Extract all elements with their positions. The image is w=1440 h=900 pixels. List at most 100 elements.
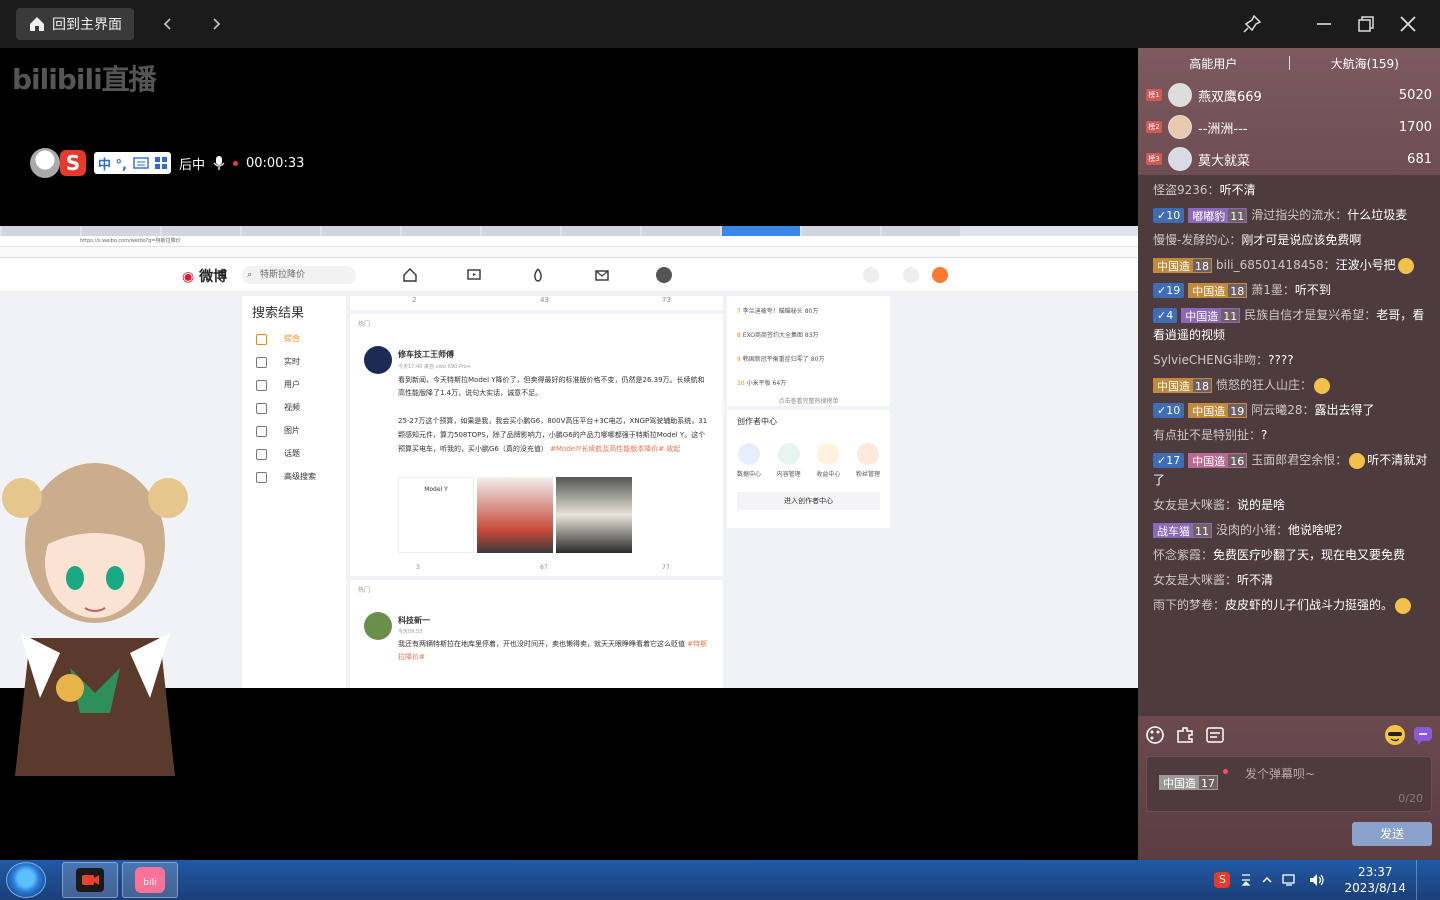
guard-badge[interactable]: ✓ 10 [1153, 403, 1185, 418]
post-author[interactable]: 修车技工王师傅 [398, 349, 454, 360]
video-icon[interactable] [466, 267, 482, 283]
guard-badge[interactable]: ✓ 19 [1153, 283, 1185, 298]
pin-icon[interactable] [1240, 12, 1264, 36]
tab-high-energy[interactable]: 高能用户 [1138, 55, 1289, 72]
browser-tab[interactable] [802, 226, 880, 236]
message-user[interactable]: 玉面郎君空余恨 [1251, 453, 1335, 467]
message-icon[interactable] [594, 267, 610, 283]
repost-count[interactable]: 3 [416, 564, 420, 571]
browser-tab[interactable] [562, 226, 640, 236]
back-arrow-icon[interactable] [156, 12, 180, 36]
message-user[interactable]: 滑过指尖的流水 [1251, 208, 1335, 222]
post-image-car[interactable] [477, 477, 553, 553]
message-user[interactable]: 慢慢-发酵的心 [1153, 233, 1229, 247]
post-image-interior[interactable] [556, 477, 632, 553]
maximize-icon[interactable] [1354, 12, 1378, 36]
fan-medal[interactable]: 中国造 17 [1159, 775, 1218, 790]
message-user[interactable]: 阿云曦28 [1251, 403, 1302, 417]
message-user[interactable]: bili_68501418458 [1216, 258, 1324, 272]
emoji-icon[interactable] [1384, 724, 1406, 746]
forward-arrow-icon[interactable] [204, 12, 228, 36]
taskbar-app-recorder[interactable] [62, 862, 118, 898]
guard-badge[interactable]: ✓ 10 [1153, 208, 1185, 223]
tray-expand-icon[interactable] [1262, 875, 1272, 885]
top-user-row[interactable]: 榜2 --洲洲--- 1700 [1138, 111, 1440, 143]
hot-item[interactable]: 9 韩国新冠平衡重症归零了 80万 [737, 348, 880, 372]
browser-tab[interactable] [82, 226, 160, 236]
fan-medal[interactable]: 中国造 18 [1188, 283, 1248, 298]
comment-count[interactable]: 43 [540, 296, 549, 304]
close-icon[interactable] [1396, 12, 1420, 36]
browser-tab[interactable] [882, 226, 960, 236]
puzzle-icon[interactable] [1174, 724, 1196, 746]
creator-data-center[interactable]: 数据中心 [737, 443, 761, 478]
top-user-row[interactable]: 榜1 燕双鹰669 5020 [1138, 79, 1440, 111]
nav-users[interactable]: 用户 [242, 373, 346, 396]
browser-tab-active[interactable] [722, 226, 800, 236]
sogou-tray-icon[interactable]: S [1214, 872, 1231, 888]
system-clock[interactable]: 23:37 2023/8/14 [1344, 864, 1406, 896]
weibo-search-input[interactable]: ⌕ 特斯拉降价 [242, 266, 356, 284]
ime-toolbar[interactable]: 中 °, [94, 152, 171, 174]
hot-item[interactable]: 10 小米平板 64万 [737, 372, 880, 396]
hot-search-more-link[interactable]: 点击查看完整热搜榜单 [737, 396, 880, 405]
settings-icon[interactable] [903, 267, 919, 283]
text-mode-icon[interactable] [1204, 724, 1226, 746]
nav-videos[interactable]: 视频 [242, 396, 346, 419]
hot-item[interactable]: 8 EXO商商签约大全集图 83万 [737, 324, 880, 348]
taskbar-app-bilibili[interactable]: bili [122, 862, 178, 898]
microphone-icon[interactable] [213, 155, 225, 171]
post-hashtag[interactable]: #ModelY长续航及高性能版本降价# [550, 445, 664, 453]
creator-fans[interactable]: 粉丝管理 [856, 443, 880, 478]
message-user[interactable]: SylvieCHENG非吻 [1153, 353, 1256, 367]
fan-medal[interactable]: 中国造 19 [1188, 403, 1248, 418]
hot-item[interactable]: 7 李兰迪被夸！瞄瞄秘头 80万 [737, 300, 880, 324]
nav-all[interactable]: 综合 [242, 327, 346, 350]
fan-medal[interactable]: 嘟嘟豹 11 [1188, 208, 1248, 223]
weibo-bot-icon[interactable] [863, 267, 879, 283]
volume-icon[interactable] [1308, 872, 1326, 888]
fan-medal[interactable]: 中国造 18 [1153, 258, 1212, 273]
compose-icon[interactable] [932, 267, 948, 283]
author-avatar[interactable] [364, 346, 392, 374]
like-count[interactable]: 73 [662, 296, 671, 304]
nav-images[interactable]: 图片 [242, 419, 346, 442]
message-user[interactable]: 民族自信才是复兴希望 [1244, 308, 1364, 322]
message-user[interactable]: 愤怒的狂人山庄 [1216, 378, 1300, 392]
send-button[interactable]: 发送 [1352, 822, 1432, 846]
creator-content-mgmt[interactable]: 内容管理 [777, 443, 801, 478]
message-user[interactable]: 怪盗9236 [1153, 183, 1208, 197]
minimize-icon[interactable] [1312, 12, 1336, 36]
fan-medal[interactable]: 中国造 18 [1153, 378, 1212, 393]
top-user-row[interactable]: 榜3 莫大就菜 681 [1138, 143, 1440, 175]
message-user[interactable]: 雨下的梦卷 [1153, 598, 1213, 612]
message-user[interactable]: 有点扯不是特别扯 [1153, 428, 1249, 442]
weibo-logo[interactable]: ◉ 微博 [182, 266, 227, 286]
browser-address-bar[interactable]: https://s.weibo.com/weibo?q=特斯拉降价 [0, 236, 1138, 247]
nav-advanced-search[interactable]: 高级搜索 [242, 465, 346, 488]
message-user[interactable]: 萧1墨 [1251, 283, 1283, 297]
repost-count[interactable]: 2 [412, 296, 416, 304]
home-icon[interactable] [402, 267, 418, 283]
browser-tab[interactable] [482, 226, 560, 236]
browser-tab[interactable] [642, 226, 720, 236]
fan-medal[interactable]: 中国造 16 [1188, 453, 1248, 468]
post-image-modely[interactable]: Model Y [398, 477, 474, 553]
like-count[interactable]: 77 [662, 564, 670, 571]
creator-revenue[interactable]: 收益中心 [816, 443, 840, 478]
start-button[interactable] [6, 862, 46, 898]
palette-icon[interactable] [1144, 724, 1166, 746]
browser-tab[interactable] [242, 226, 320, 236]
sogou-ime-icon[interactable]: S [60, 150, 86, 176]
author-avatar[interactable] [364, 612, 392, 640]
hot-icon[interactable] [530, 267, 546, 283]
network-icon[interactable] [1282, 872, 1298, 888]
browser-tab[interactable] [162, 226, 240, 236]
browser-tab[interactable] [402, 226, 480, 236]
enter-creator-center-button[interactable]: 进入创作者中心 [737, 492, 880, 510]
comment-count[interactable]: 67 [540, 564, 548, 571]
gift-message-icon[interactable] [1412, 724, 1434, 746]
network-settings-icon[interactable] [1240, 872, 1252, 888]
browser-tab[interactable] [2, 226, 80, 236]
post-collapse-link[interactable]: 收起 [666, 445, 680, 453]
